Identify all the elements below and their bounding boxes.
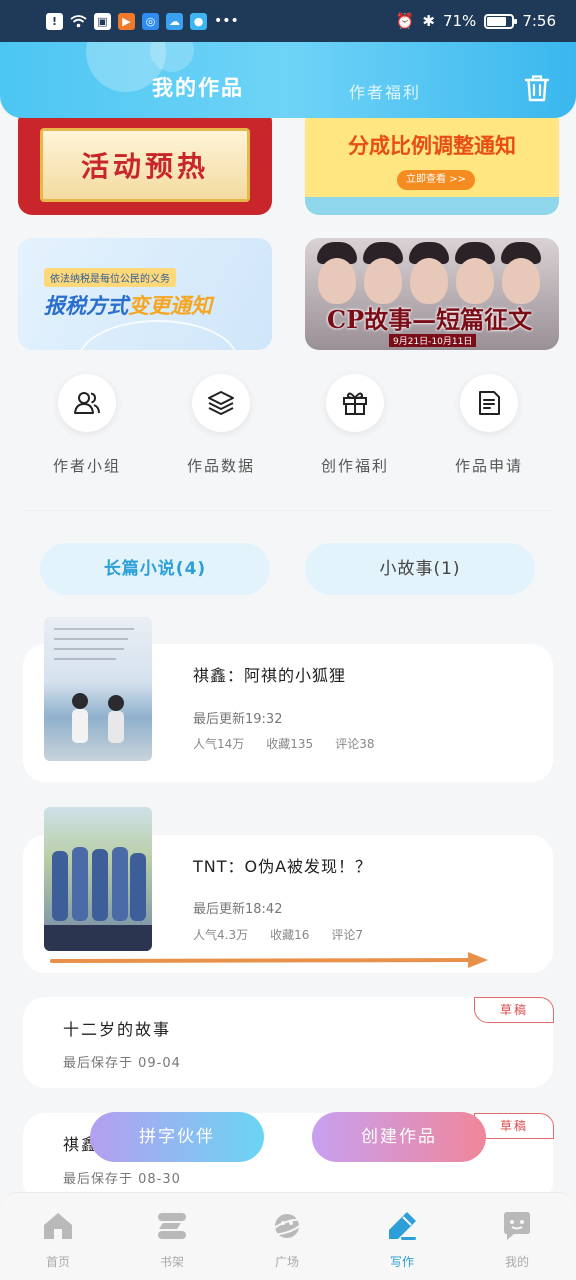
chat-face-icon	[504, 1212, 530, 1240]
work-favorites: 收藏16	[270, 928, 310, 942]
draft-saved: 最后保存于 08-30	[63, 1172, 181, 1187]
banner-title: 活动预热	[80, 150, 209, 183]
work-favorites: 收藏135	[266, 737, 314, 751]
quick-work-data[interactable]: 作品数据	[161, 374, 281, 476]
pen-icon	[389, 1212, 416, 1240]
quick-author-group[interactable]: 作者小组	[27, 374, 147, 476]
work-comments: 评论7	[331, 928, 364, 942]
trash-icon[interactable]	[523, 73, 551, 103]
arrow-annotation	[50, 952, 488, 968]
nav-label: 书架	[159, 1255, 184, 1269]
create-work-button[interactable]: 创建作品	[312, 1112, 486, 1162]
banner-title-blue: 报税方式	[44, 294, 128, 318]
app-icon: ▶	[118, 12, 135, 30]
work-popularity: 人气4.3万	[193, 928, 249, 942]
quick-work-application[interactable]: 作品申请	[429, 374, 549, 476]
nav-label: 写作	[389, 1255, 414, 1269]
document-icon	[479, 391, 500, 415]
top-header: 我的作品 作者福利	[0, 42, 576, 118]
nav-label: 广场	[274, 1255, 299, 1269]
work-popularity: 人气14万	[193, 737, 245, 751]
layers-icon	[208, 391, 234, 415]
status-bar: ! ▣ ▶ ◎ ☁ ● ••• ⏰ ✱ 71% 7:56	[0, 0, 576, 42]
battery-icon	[484, 13, 518, 29]
banner-tag: 依法纳税是每位公民的义务	[44, 268, 176, 287]
quick-label: 作品申请	[454, 457, 523, 475]
nav-write[interactable]: 写作	[362, 1209, 442, 1270]
banner-scroll: 活动预热	[40, 128, 250, 202]
writing-partner-button[interactable]: 拼字伙伴	[90, 1112, 264, 1162]
quick-label: 作品数据	[186, 457, 255, 475]
cloud-icon: ☁	[166, 12, 183, 30]
banner-decoration	[305, 197, 559, 215]
banner-title: 报税方式变更通知	[44, 290, 212, 320]
draft-tag: 草稿	[474, 1113, 554, 1139]
bottom-nav: 首页 书架 广场 写作 我的	[0, 1192, 576, 1280]
draft-saved: 最后保存于 09-04	[63, 1056, 181, 1071]
nav-home[interactable]: 首页	[18, 1209, 98, 1270]
work-stats: 人气4.3万 收藏16 评论7	[193, 926, 363, 943]
gift-icon	[343, 392, 367, 415]
draft-tag: 草稿	[474, 997, 554, 1023]
nav-bookshelf[interactable]: 书架	[132, 1209, 212, 1270]
bookshelf-icon	[158, 1213, 186, 1239]
quick-label: 创作福利	[320, 457, 389, 475]
work-comments: 评论38	[335, 737, 375, 751]
battery-percent: 71%	[442, 12, 477, 30]
banner-title-orange: 变更通知	[128, 294, 212, 318]
banner-cp-story-contest[interactable]: CP故事—短篇征文 9月21日-10月11日	[305, 238, 559, 350]
tab-novels[interactable]: 长篇小说(4)	[40, 543, 270, 595]
nav-me[interactable]: 我的	[477, 1209, 557, 1270]
work-stats: 人气14万 收藏135 评论38	[193, 735, 374, 752]
notification-icon: !	[46, 12, 63, 30]
banner-tax-notice[interactable]: 依法纳税是每位公民的义务 报税方式变更通知	[18, 238, 272, 350]
banner-title: CP故事—短篇征文	[327, 305, 533, 334]
banner-revenue-share-notice[interactable]: 分成比例调整通知 立即查看 >>	[305, 108, 559, 215]
work-updated: 最后更新18:42	[193, 902, 283, 917]
cover-image	[44, 847, 152, 951]
users-icon	[74, 392, 100, 414]
tab-short-stories[interactable]: 小故事(1)	[305, 543, 535, 595]
alarm-icon: ⏰	[395, 12, 415, 30]
app-icon: ▣	[94, 12, 111, 30]
work-updated: 最后更新19:32	[193, 712, 283, 727]
work-cover[interactable]	[44, 807, 152, 951]
banner-title: 分成比例调整通知	[348, 134, 516, 158]
work-title[interactable]: TNT：O伪A被发现！？	[193, 853, 372, 877]
bluetooth-icon: ✱	[422, 12, 435, 30]
tab-my-works[interactable]: 我的作品	[152, 72, 244, 102]
app-icon: ◎	[142, 12, 159, 30]
divider	[24, 510, 554, 511]
nav-square[interactable]: 广场	[247, 1209, 327, 1270]
quick-label: 作者小组	[52, 457, 121, 475]
home-icon	[44, 1213, 72, 1239]
nav-label: 首页	[45, 1255, 70, 1269]
more-icon: •••	[214, 13, 239, 29]
banner-date: 9月21日-10月11日	[389, 334, 477, 347]
planet-icon	[270, 1214, 304, 1238]
app-icon: ●	[190, 12, 207, 30]
quick-creation-welfare[interactable]: 创作福利	[295, 374, 415, 476]
work-cover[interactable]	[44, 617, 152, 761]
draft-title[interactable]: 十二岁的故事	[63, 1016, 171, 1040]
work-title[interactable]: 祺鑫：阿祺的小狐狸	[193, 662, 346, 686]
nav-label: 我的	[504, 1255, 529, 1269]
banner-decoration	[78, 320, 238, 350]
banner-view-button[interactable]: 立即查看 >>	[397, 170, 475, 190]
tab-author-welfare[interactable]: 作者福利	[349, 79, 421, 103]
cover-image	[54, 628, 134, 743]
wifi-icon	[70, 13, 87, 30]
clock: 7:56	[522, 12, 556, 30]
banner-event-preview[interactable]: 活动预热	[18, 108, 272, 215]
